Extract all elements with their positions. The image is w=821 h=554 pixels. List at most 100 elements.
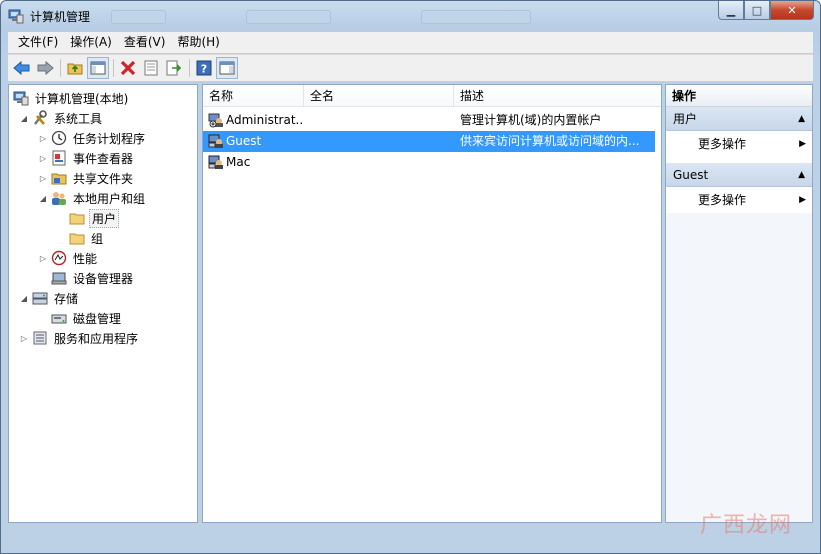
- tree-item-label: 设备管理器: [73, 271, 134, 286]
- more-actions-guest[interactable]: 更多操作 ▶: [666, 187, 812, 213]
- section-title: 用户: [673, 112, 698, 126]
- tree-item-label: 系统工具: [54, 111, 103, 126]
- menu-file[interactable]: 文件(F): [12, 32, 64, 53]
- action-label: 更多操作: [698, 193, 747, 207]
- expand-icon[interactable]: ▷: [38, 133, 48, 143]
- tree-item-computer-management[interactable]: 计算机管理(本地): [9, 88, 197, 108]
- user-fullname: [310, 152, 455, 173]
- user-name-cell: Guest: [203, 131, 304, 152]
- toolbar-separator: [113, 59, 114, 77]
- tree-item-label: 计算机管理(本地): [35, 91, 129, 106]
- user-fullname: [310, 131, 455, 152]
- tree-item-label: 事件查看器: [73, 151, 134, 166]
- tree-item-performance[interactable]: ▷ 性能: [9, 248, 197, 268]
- back-icon: [13, 60, 30, 76]
- blurred-tab: [111, 10, 166, 24]
- column-header-fullname[interactable]: 全名: [304, 85, 454, 107]
- user-name: Administrat...: [226, 113, 304, 127]
- tree-item-label: 任务计划程序: [73, 131, 146, 146]
- toolbar: ?: [8, 54, 813, 81]
- menu-bar: 文件(F) 操作(A) 查看(V) 帮助(H): [8, 32, 813, 53]
- export-list-button[interactable]: [163, 57, 185, 79]
- expand-icon[interactable]: ▷: [38, 173, 48, 183]
- user-name: Mac: [226, 155, 251, 169]
- user-name-cell: Mac: [203, 152, 304, 173]
- collapse-icon[interactable]: ◢: [38, 193, 48, 203]
- help-icon: ?: [196, 60, 212, 76]
- list-item[interactable]: Mac: [203, 152, 661, 173]
- tools-icon: [32, 110, 48, 126]
- tree-item-system-tools[interactable]: ◢ 系统工具: [9, 108, 197, 128]
- minimize-icon: ▁: [726, 3, 736, 17]
- minimize-button[interactable]: ▁: [718, 1, 744, 20]
- back-button[interactable]: [11, 57, 33, 79]
- tree-item-task-scheduler[interactable]: ▷ 任务计划程序: [9, 128, 197, 148]
- computer-management-icon: [8, 8, 24, 24]
- help-button[interactable]: ?: [193, 57, 215, 79]
- forward-icon: [37, 60, 54, 76]
- close-button[interactable]: ✕: [770, 1, 814, 20]
- forward-button[interactable]: [34, 57, 56, 79]
- tree-item-local-users-groups[interactable]: ◢ 本地用户和组: [9, 188, 197, 208]
- collapse-up-icon[interactable]: ▲: [798, 107, 805, 131]
- computer-management-window: 计算机管理 ▁ □ ✕ 文件(F) 操作(A) 查看(V) 帮助(H) ? 计算…: [0, 0, 821, 554]
- collapse-icon[interactable]: ◢: [19, 113, 29, 123]
- list-item[interactable]: Guest 供来宾访问计算机或访问域的内...: [203, 131, 655, 152]
- tree-item-event-viewer[interactable]: ▷ 事件查看器: [9, 148, 197, 168]
- actions-section-guest[interactable]: Guest ▲: [666, 163, 812, 187]
- properties-icon: [144, 60, 158, 76]
- collapse-up-icon[interactable]: ▲: [798, 163, 805, 187]
- up-one-level-button[interactable]: [64, 57, 86, 79]
- title-bar[interactable]: 计算机管理 ▁ □ ✕: [1, 1, 820, 31]
- user-description: [460, 152, 655, 173]
- show-hide-tree-button[interactable]: [87, 57, 109, 79]
- menu-view[interactable]: 查看(V): [118, 32, 172, 53]
- user-disabled-icon: [208, 112, 224, 131]
- properties-button[interactable]: [140, 57, 162, 79]
- actions-section-users[interactable]: 用户 ▲: [666, 107, 812, 131]
- more-actions-users[interactable]: 更多操作 ▶: [666, 131, 812, 157]
- tree-item-label: 磁盘管理: [73, 311, 122, 326]
- column-header-name[interactable]: 名称: [203, 85, 304, 107]
- storage-icon: [32, 290, 48, 306]
- section-title: Guest: [673, 168, 709, 182]
- chevron-right-icon: ▶: [799, 195, 806, 205]
- delete-icon: [120, 60, 136, 76]
- actions-header: 操作: [666, 85, 812, 107]
- shared-folder-icon: [51, 170, 67, 186]
- services-icon: [32, 330, 48, 346]
- delete-button[interactable]: [117, 57, 139, 79]
- tree-item-device-manager[interactable]: 设备管理器: [9, 268, 197, 288]
- show-action-pane-icon: [219, 61, 235, 75]
- tree-item-label: 组: [91, 231, 104, 246]
- user-icon: [208, 154, 224, 173]
- collapse-icon[interactable]: ◢: [19, 293, 29, 303]
- menu-help[interactable]: 帮助(H): [171, 32, 225, 53]
- watermark-text: 广西龙网: [699, 513, 792, 538]
- window-title: 计算机管理: [30, 10, 91, 24]
- column-header-description[interactable]: 描述: [454, 85, 661, 107]
- folder-icon: [69, 210, 85, 226]
- user-description: 供来宾访问计算机或访问域的内...: [460, 134, 640, 148]
- device-manager-icon: [51, 270, 67, 286]
- list-item[interactable]: Administrat... 管理计算机(域)的内置帐户: [203, 110, 661, 131]
- up-folder-icon: [67, 63, 83, 75]
- tree-item-disk-management[interactable]: 磁盘管理: [9, 308, 197, 328]
- show-hide-action-pane-button[interactable]: [216, 57, 238, 79]
- tree-item-label: 共享文件夹: [73, 171, 134, 186]
- export-icon: [166, 60, 182, 76]
- tree-item-services-applications[interactable]: ▷ 服务和应用程序: [9, 328, 197, 348]
- tree-item-shared-folders[interactable]: ▷ 共享文件夹: [9, 168, 197, 188]
- expand-icon[interactable]: ▷: [38, 153, 48, 163]
- expand-icon[interactable]: ▷: [19, 333, 29, 343]
- maximize-button[interactable]: □: [744, 1, 770, 20]
- menu-action[interactable]: 操作(A): [64, 32, 118, 53]
- tree-item-storage[interactable]: ◢ 存储: [9, 288, 197, 308]
- tree-item-label: 存储: [54, 291, 79, 306]
- clock-icon: [51, 130, 67, 146]
- tree-item-users[interactable]: 用户: [9, 208, 197, 228]
- expand-icon[interactable]: ▷: [38, 253, 48, 263]
- tree-item-groups[interactable]: 组: [9, 228, 197, 248]
- blurred-tab: [246, 10, 331, 24]
- disk-icon: [51, 310, 67, 326]
